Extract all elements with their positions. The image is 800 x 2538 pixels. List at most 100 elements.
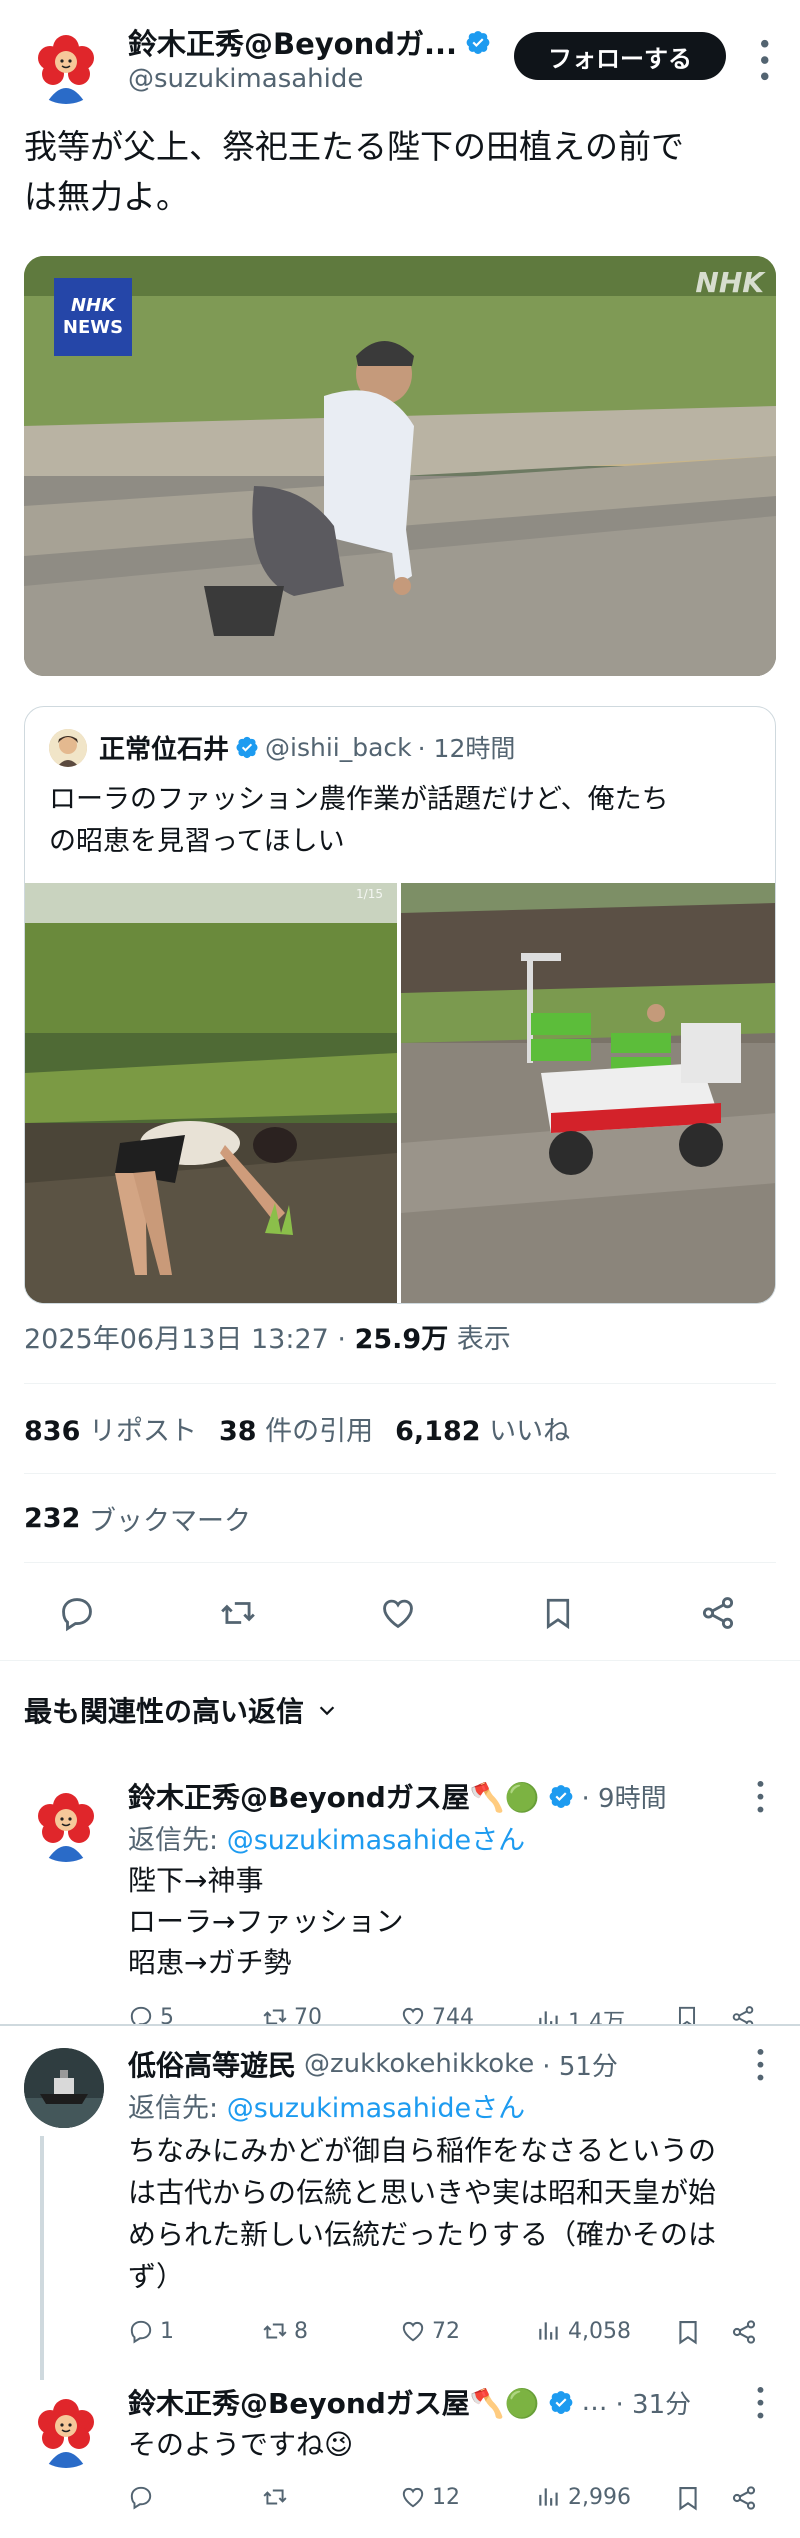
share-icon[interactable] xyxy=(698,1594,738,1632)
field-work-photo xyxy=(25,883,397,1303)
reply-avatar[interactable] xyxy=(28,2392,104,2468)
views-icon xyxy=(539,2488,558,2506)
like-icon xyxy=(402,2007,424,2024)
likes-stat[interactable]: 6,182 いいね xyxy=(395,1409,570,1448)
reply-icon xyxy=(130,2320,152,2344)
reply-count[interactable] xyxy=(128,2484,160,2510)
reply-text-line: ず） xyxy=(128,2260,185,2293)
reply-icon xyxy=(130,2486,152,2510)
like-count[interactable]: 12 xyxy=(400,2484,460,2510)
repost-icon xyxy=(263,2323,287,2339)
share-icon[interactable] xyxy=(730,2004,756,2024)
tweet-date[interactable]: 2025年06月13日 13:27 · xyxy=(24,1324,355,1355)
follow-button[interactable]: フォローする xyxy=(514,32,726,80)
person-avatar-icon xyxy=(49,729,87,767)
boat-avatar-icon xyxy=(24,2048,104,2128)
reposts-stat[interactable]: 836 リポスト xyxy=(24,1409,197,1448)
reply-time[interactable]: · 9時間 xyxy=(582,1778,667,1815)
quoted-time: · 12時間 xyxy=(417,734,516,763)
quotes-stat[interactable]: 38 件の引用 xyxy=(219,1409,373,1448)
like-count[interactable]: 72 xyxy=(400,2318,460,2344)
reply-text-line: ローラ→ファッション xyxy=(128,1905,404,1938)
reply-author-name[interactable]: 鈴木正秀@Beyondガス屋🪓🟢 xyxy=(128,2382,540,2422)
reply-text-line: められた新しい伝統だったりする（確かそのは xyxy=(128,2218,717,2251)
follow-button-label: フォローする xyxy=(548,44,692,73)
tweet-image[interactable]: NHK NEWS NHK xyxy=(24,256,776,676)
reply-text-line: ちなみにみかどが御自ら稲作をなさるというの xyxy=(128,2134,717,2167)
verified-badge-icon xyxy=(236,736,258,759)
reply-avatar[interactable] xyxy=(24,2048,104,2128)
reply-icon[interactable] xyxy=(58,1594,96,1632)
flower-avatar-icon xyxy=(28,28,104,104)
verified-badge-icon xyxy=(549,1785,572,1809)
share-icon[interactable] xyxy=(730,2484,758,2512)
author-name[interactable]: 鈴木正秀@Beyondガ... xyxy=(128,21,457,63)
reply-sort-dropdown[interactable]: 最も関連性の高い返信 xyxy=(24,1690,338,1730)
like-icon xyxy=(402,2487,424,2508)
views-icon xyxy=(539,2322,558,2340)
like-icon[interactable] xyxy=(378,1594,418,1632)
nhk-watermark: NHK xyxy=(695,266,764,299)
author-avatar[interactable] xyxy=(28,28,104,104)
reply-time[interactable]: · 51分 xyxy=(542,2046,618,2083)
quoted-image-1[interactable]: 1/15 xyxy=(25,883,397,1303)
bookmark-icon[interactable] xyxy=(674,2004,700,2024)
reply-time[interactable]: · 31分 xyxy=(616,2384,692,2421)
reply-text-line: そのようですね😉 xyxy=(128,2428,354,2461)
views-label: 表示 xyxy=(448,1324,511,1355)
share-icon[interactable] xyxy=(730,2318,758,2346)
bookmarks-stat[interactable]: 232 ブックマーク xyxy=(24,1498,251,1538)
verified-badge-icon xyxy=(466,31,490,55)
repost-icon[interactable] xyxy=(218,1594,258,1632)
view-count[interactable]: 2,996 xyxy=(536,2484,631,2510)
bookmark-icon[interactable] xyxy=(540,1594,576,1632)
rice-planting-photo xyxy=(24,256,776,676)
bookmark-icon[interactable] xyxy=(674,2318,702,2346)
more-options-icon[interactable]: ••• xyxy=(748,2384,772,2422)
reply-author-name[interactable]: 低俗高等遊民 xyxy=(128,2044,296,2084)
view-count[interactable]: 1.4万 xyxy=(536,2004,625,2024)
flower-avatar-icon xyxy=(38,2399,94,2468)
reply-count[interactable]: 1 xyxy=(128,2318,174,2344)
repost-count[interactable] xyxy=(262,2484,294,2510)
reply-author-handle[interactable]: @zukkokehikkoke xyxy=(304,2049,534,2079)
reply-avatar[interactable] xyxy=(28,1786,104,1862)
more-options-icon[interactable]: ••• xyxy=(748,36,778,85)
views-count: 25.9万 xyxy=(354,1324,449,1355)
reply-icon xyxy=(130,2006,152,2024)
flower-avatar-icon xyxy=(38,1793,94,1862)
quoted-text-line: の昭恵を見習ってほしい xyxy=(49,826,345,857)
quoted-image-2[interactable] xyxy=(401,883,775,1303)
quoted-tweet-card[interactable]: 正常位石井 @ishii_back · 12時間 ローラのファッション農作業が話… xyxy=(24,706,776,1304)
quoted-author-name: 正常位石井 xyxy=(99,734,230,765)
reply-author-name[interactable]: 鈴木正秀@Beyondガス屋🪓🟢 xyxy=(128,1776,540,1816)
views-icon xyxy=(539,2011,558,2024)
more-options-icon[interactable]: ••• xyxy=(748,2046,772,2084)
repost-count[interactable]: 8 xyxy=(262,2318,308,2344)
view-count[interactable]: 4,058 xyxy=(536,2318,631,2344)
like-count[interactable]: 744 xyxy=(400,2004,474,2024)
reply-to-link[interactable]: @suzukimasahideさん xyxy=(227,1825,525,1856)
tweet-text-line: は無力よ。 xyxy=(24,177,189,216)
verified-badge-icon xyxy=(549,2391,572,2415)
chevron-down-icon xyxy=(319,1706,335,1716)
author-handle[interactable]: @suzukimasahide xyxy=(128,64,363,94)
reply-to-link[interactable]: @suzukimasahideさん xyxy=(227,2093,525,2124)
quoted-author-handle: @ishii_back xyxy=(265,732,412,762)
rice-planter-photo xyxy=(401,883,775,1303)
repost-icon xyxy=(263,2009,287,2024)
repost-icon xyxy=(263,2489,287,2505)
repost-count[interactable]: 70 xyxy=(262,2004,322,2024)
reply-text-line: は古代からの伝統と思いきや実は昭和天皇が始 xyxy=(128,2176,717,2209)
reply-count[interactable]: 5 xyxy=(128,2004,174,2024)
reply-text-line: 陛下→神事 xyxy=(128,1864,264,1897)
more-options-icon[interactable]: ••• xyxy=(748,1778,772,1816)
reply-text-line: 昭恵→ガチ勢 xyxy=(128,1946,292,1979)
quoted-text-line: ローラのファッション農作業が話題だけど、俺たち xyxy=(49,784,669,815)
quoted-author-avatar xyxy=(49,729,87,767)
tweet-text-line: 我等が父上、祭祀王たる陛下の田植えの前で xyxy=(24,127,684,166)
nhk-news-logo: NHK NEWS xyxy=(54,278,132,356)
bookmark-icon[interactable] xyxy=(674,2484,702,2512)
image-counter: 1/15 xyxy=(356,887,383,901)
like-icon xyxy=(402,2321,424,2342)
